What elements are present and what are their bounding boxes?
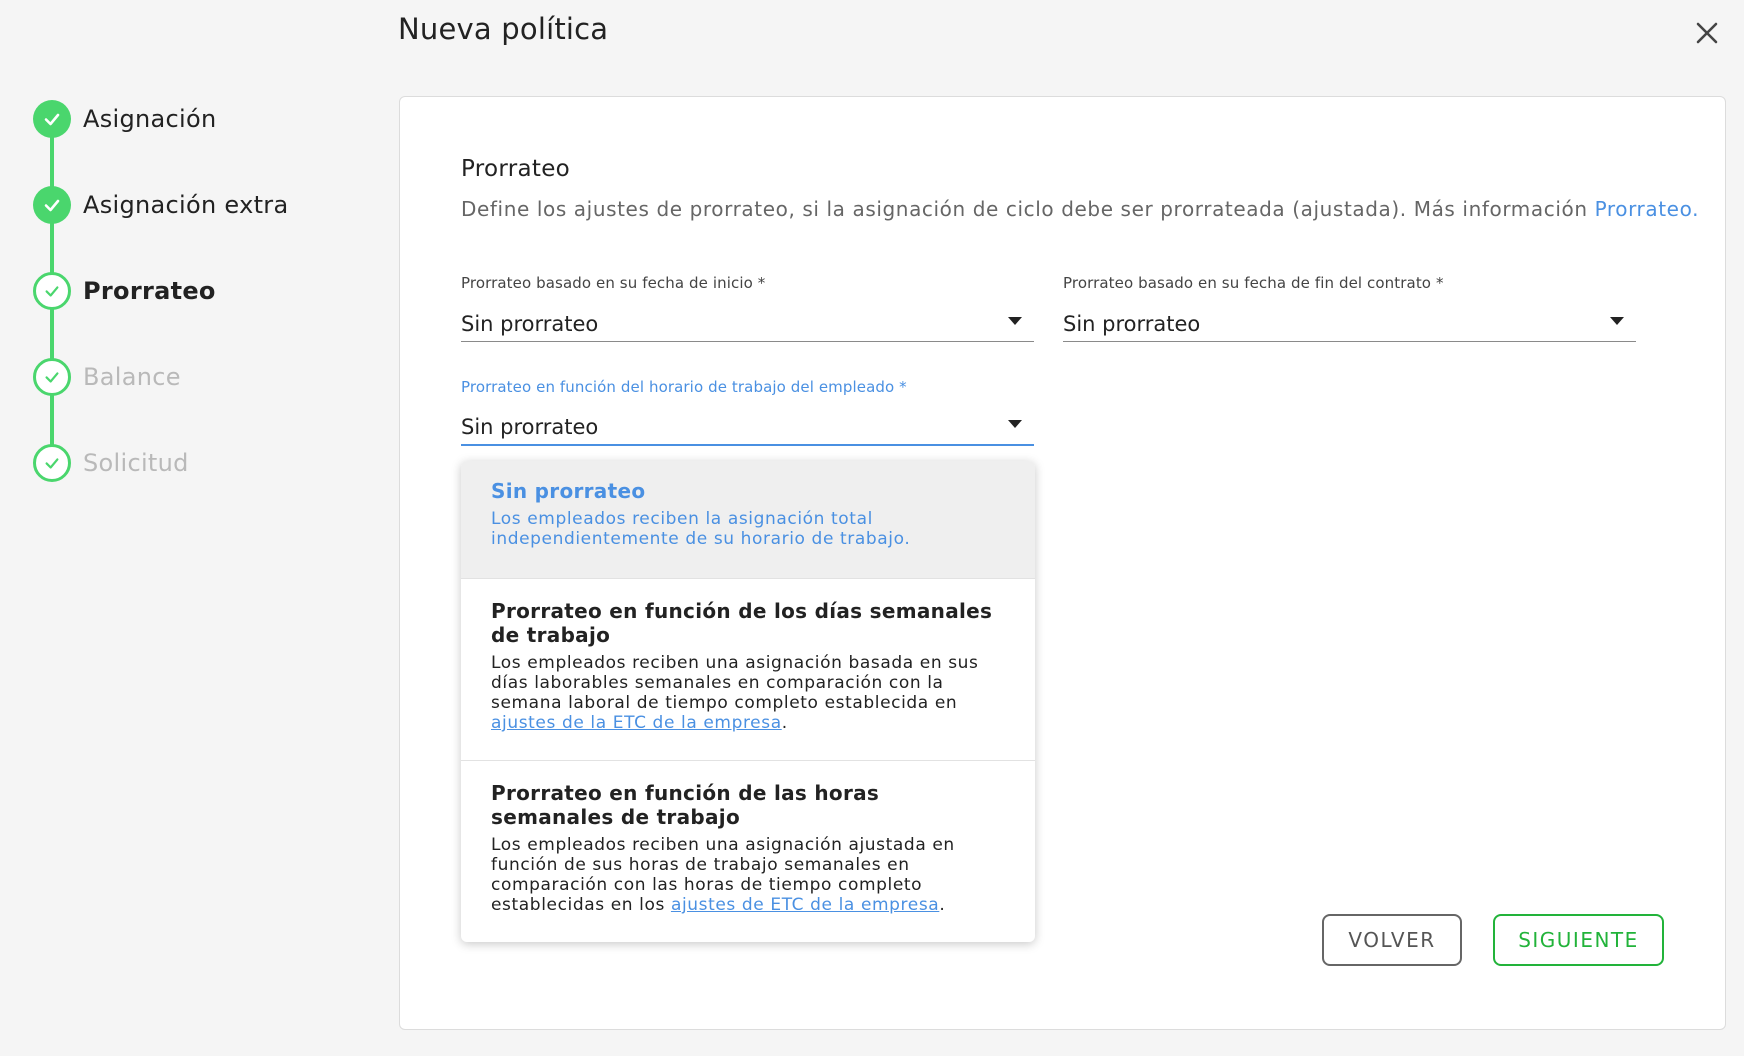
field-label: Prorrateo en función del horario de trab…: [461, 378, 907, 396]
option-title: Sin prorrateo: [491, 479, 646, 503]
step-solicitud[interactable]: Solicitud: [33, 443, 189, 483]
check-icon: [45, 458, 59, 469]
prorrateo-help-link[interactable]: Prorrateo.: [1595, 197, 1699, 221]
chevron-down-icon: [1610, 316, 1624, 325]
step-status-pending: [33, 444, 71, 482]
close-icon: [1696, 22, 1718, 44]
step-label: Solicitud: [83, 449, 189, 477]
select-control[interactable]: Sin prorrateo: [461, 410, 1034, 446]
start-date-proration-select[interactable]: Prorrateo basado en su fecha de inicio *…: [461, 274, 1034, 342]
check-icon: [44, 199, 60, 212]
check-icon: [44, 113, 60, 126]
option-description: Los empleados reciben la asignación tota…: [491, 509, 911, 549]
select-value: Sin prorrateo: [461, 311, 599, 336]
section-description: Define los ajustes de prorrateo, si la a…: [461, 197, 1701, 221]
step-balance[interactable]: Balance: [33, 357, 181, 397]
option-description-suffix: .: [939, 895, 946, 915]
next-button[interactable]: SIGUIENTE: [1493, 914, 1664, 966]
step-status-completed: [33, 186, 71, 224]
modal-title: Nueva política: [398, 12, 609, 46]
option-title: Prorrateo en función de los días semanal…: [491, 599, 993, 647]
step-asignacion-extra[interactable]: Asignación extra: [33, 185, 288, 225]
option-description: Los empleados reciben una asignación bas…: [491, 653, 1005, 733]
new-policy-modal: Nueva política Asignación Asignación ext…: [0, 0, 1744, 1056]
select-value: Sin prorrateo: [1063, 311, 1201, 336]
field-label: Prorrateo basado en su fecha de fin del …: [1063, 274, 1444, 292]
section-title: Prorrateo: [461, 156, 571, 182]
step-status-completed: [33, 100, 71, 138]
chevron-down-icon: [1008, 420, 1022, 428]
field-label: Prorrateo basado en su fecha de inicio *: [461, 274, 766, 292]
select-value: Sin prorrateo: [461, 415, 599, 439]
section-description-text: Define los ajustes de prorrateo, si la a…: [461, 197, 1595, 221]
close-button[interactable]: [1692, 18, 1722, 48]
back-button[interactable]: VOLVER: [1322, 914, 1462, 966]
menu-option-dias-semanales[interactable]: Prorrateo en función de los días semanal…: [461, 578, 1035, 760]
step-status-pending: [33, 358, 71, 396]
end-date-proration-select[interactable]: Prorrateo basado en su fecha de fin del …: [1063, 274, 1636, 342]
etc-settings-link[interactable]: ajustes de ETC de la empresa: [671, 895, 939, 915]
step-label: Balance: [83, 363, 181, 391]
step-prorrateo[interactable]: Prorrateo: [33, 271, 216, 311]
step-status-current: [33, 272, 71, 310]
schedule-proration-select[interactable]: Prorrateo en función del horario de trab…: [461, 378, 1034, 446]
step-asignacion[interactable]: Asignación: [33, 99, 217, 139]
check-icon: [45, 372, 59, 383]
option-description-text: Los empleados reciben una asignación bas…: [491, 653, 979, 713]
option-title: Prorrateo en función de las horas semana…: [491, 781, 880, 829]
option-description-suffix: .: [781, 713, 788, 733]
select-control[interactable]: Sin prorrateo: [461, 306, 1034, 342]
etc-settings-link[interactable]: ajustes de la ETC de la empresa: [491, 713, 782, 733]
step-label: Asignación extra: [83, 191, 289, 219]
menu-option-horas-semanales[interactable]: Prorrateo en función de las horas semana…: [461, 760, 1035, 942]
step-label: Prorrateo: [83, 277, 216, 305]
check-icon: [45, 286, 59, 297]
stepper: Asignación Asignación extra Prorrateo Ba…: [33, 99, 373, 499]
step-label: Asignación: [83, 105, 217, 133]
select-control[interactable]: Sin prorrateo: [1063, 306, 1636, 342]
option-description: Los empleados reciben una asignación aju…: [491, 835, 1005, 915]
chevron-down-icon: [1008, 316, 1022, 325]
menu-option-sin-prorrateo[interactable]: Sin prorrateo Los empleados reciben la a…: [461, 461, 1035, 578]
proration-options-menu: Sin prorrateo Los empleados reciben la a…: [461, 461, 1035, 942]
